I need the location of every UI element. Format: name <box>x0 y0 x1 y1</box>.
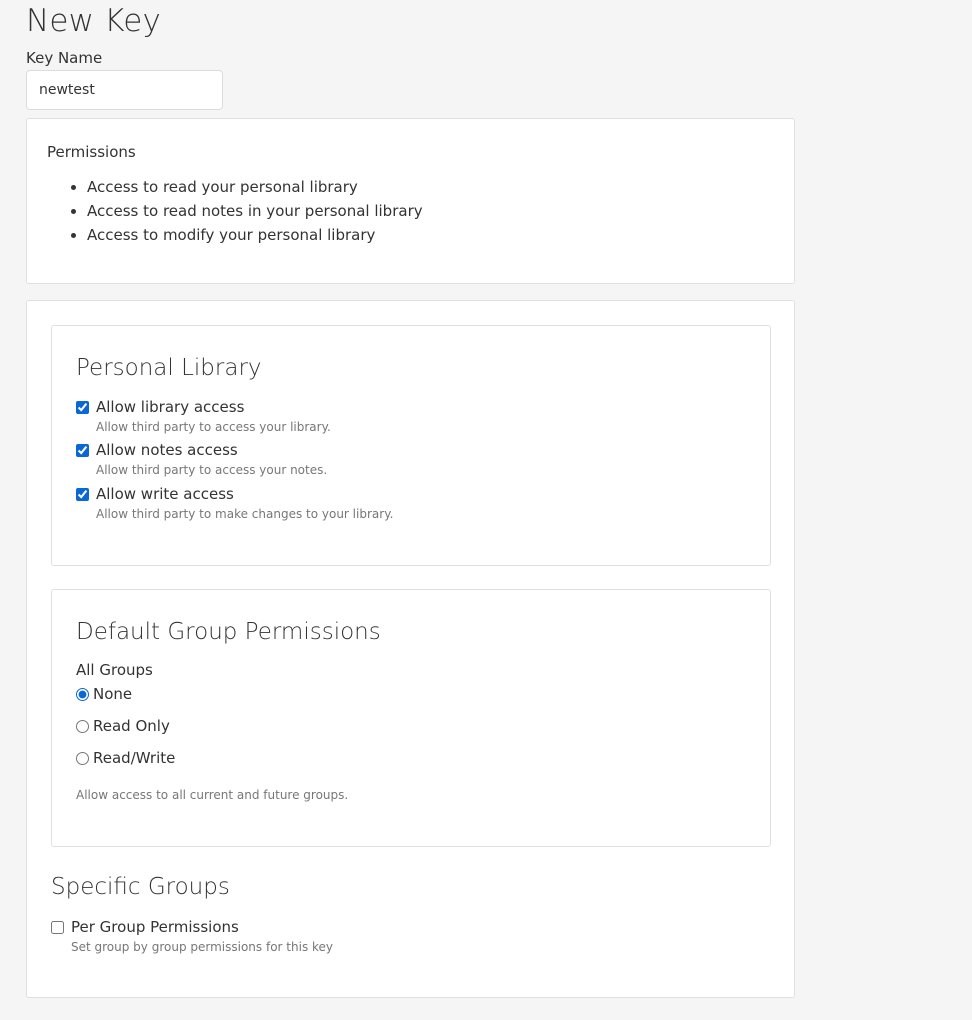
permissions-form-card: Personal Library Allow library access Al… <box>26 300 795 998</box>
permissions-summary-card: Permissions Access to read your personal… <box>26 118 795 284</box>
library-access-option[interactable]: Allow library access <box>76 398 244 416</box>
group-option-none[interactable]: None <box>76 685 132 703</box>
library-access-checkbox[interactable] <box>76 400 89 414</box>
personal-library-heading: Personal Library <box>76 355 262 381</box>
group-read-only-radio[interactable] <box>76 719 89 733</box>
notes-access-help: Allow third party to access your notes. <box>96 463 328 477</box>
write-access-option[interactable]: Allow write access <box>76 485 234 503</box>
group-read-write-label[interactable]: Read/Write <box>93 749 175 767</box>
write-access-help: Allow third party to make changes to you… <box>96 507 394 521</box>
notes-access-checkbox[interactable] <box>76 443 89 457</box>
per-group-permissions-label[interactable]: Per Group Permissions <box>71 918 239 936</box>
library-access-label[interactable]: Allow library access <box>96 398 244 416</box>
write-access-checkbox[interactable] <box>76 487 89 501</box>
key-name-label: Key Name <box>26 49 103 67</box>
specific-groups-heading: Specific Groups <box>51 874 230 900</box>
group-none-label[interactable]: None <box>93 685 132 703</box>
group-read-write-radio[interactable] <box>76 751 89 765</box>
all-groups-label: All Groups <box>76 661 153 679</box>
personal-library-card: Personal Library Allow library access Al… <box>51 325 771 566</box>
all-groups-help: Allow access to all current and future g… <box>76 788 349 802</box>
per-group-permissions-option[interactable]: Per Group Permissions <box>51 918 239 936</box>
per-group-permissions-help: Set group by group permissions for this … <box>71 940 334 954</box>
notes-access-label[interactable]: Allow notes access <box>96 441 238 459</box>
permissions-summary-item: Access to modify your personal library <box>87 223 423 247</box>
group-read-only-label[interactable]: Read Only <box>93 717 170 735</box>
group-option-read-only[interactable]: Read Only <box>76 717 170 735</box>
notes-access-option[interactable]: Allow notes access <box>76 441 238 459</box>
group-none-radio[interactable] <box>76 687 89 701</box>
default-group-permissions-card: Default Group Permissions All Groups Non… <box>51 589 771 847</box>
permissions-summary-item: Access to read your personal library <box>87 175 423 199</box>
permissions-summary-title: Permissions <box>47 143 136 161</box>
key-name-input[interactable] <box>26 70 223 110</box>
page-title: New Key <box>26 3 162 39</box>
permissions-summary-item: Access to read notes in your personal li… <box>87 199 423 223</box>
per-group-permissions-checkbox[interactable] <box>51 920 64 934</box>
permissions-summary-list: Access to read your personal library Acc… <box>47 175 423 247</box>
library-access-help: Allow third party to access your library… <box>96 420 331 434</box>
write-access-label[interactable]: Allow write access <box>96 485 234 503</box>
group-option-read-write[interactable]: Read/Write <box>76 749 175 767</box>
default-group-permissions-heading: Default Group Permissions <box>76 619 381 645</box>
